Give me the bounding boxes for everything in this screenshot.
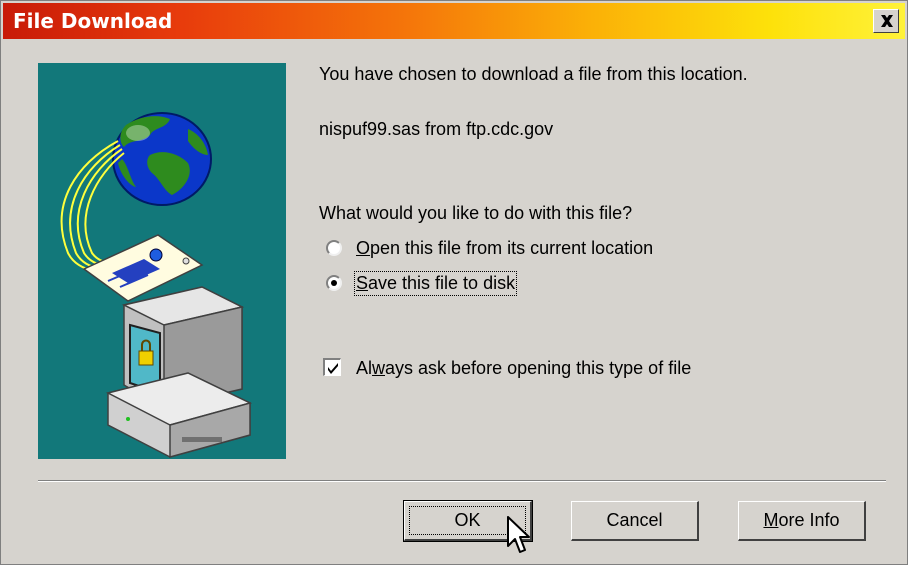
- radio-selected-dot: [331, 280, 337, 286]
- window-title: File Download: [13, 9, 173, 33]
- globe-icon: [112, 112, 212, 206]
- intro-text: You have chosen to download a file from …: [319, 64, 748, 84]
- close-icon: [881, 15, 893, 27]
- question-text: What would you like to do with this file…: [319, 203, 633, 223]
- cancel-button-label: Cancel: [606, 510, 663, 530]
- download-illustration: [38, 63, 286, 459]
- more-info-button-label: More Info: [763, 510, 840, 530]
- file-source-text: nispuf99.sas from ftp.cdc.gov: [319, 119, 554, 139]
- checkmark-icon: [328, 363, 338, 374]
- save-option-label[interactable]: Save this file to disk: [353, 271, 518, 296]
- file-download-dialog: File Download You have chosen to downloa…: [0, 0, 908, 565]
- separator: [38, 480, 886, 482]
- title-bar[interactable]: File Download: [3, 3, 905, 39]
- open-radio[interactable]: [326, 240, 342, 256]
- mouse-cursor-icon: [507, 516, 530, 553]
- open-option-label[interactable]: Open this file from its current location: [356, 238, 653, 259]
- cancel-button[interactable]: Cancel: [571, 501, 699, 541]
- save-radio[interactable]: [326, 275, 342, 291]
- computer-lock-icon: [105, 286, 253, 458]
- close-button[interactable]: [873, 9, 899, 33]
- always-ask-label[interactable]: Always ask before opening this type of f…: [356, 358, 691, 379]
- more-info-button[interactable]: More Info: [738, 501, 866, 541]
- always-ask-checkbox[interactable]: [323, 358, 341, 376]
